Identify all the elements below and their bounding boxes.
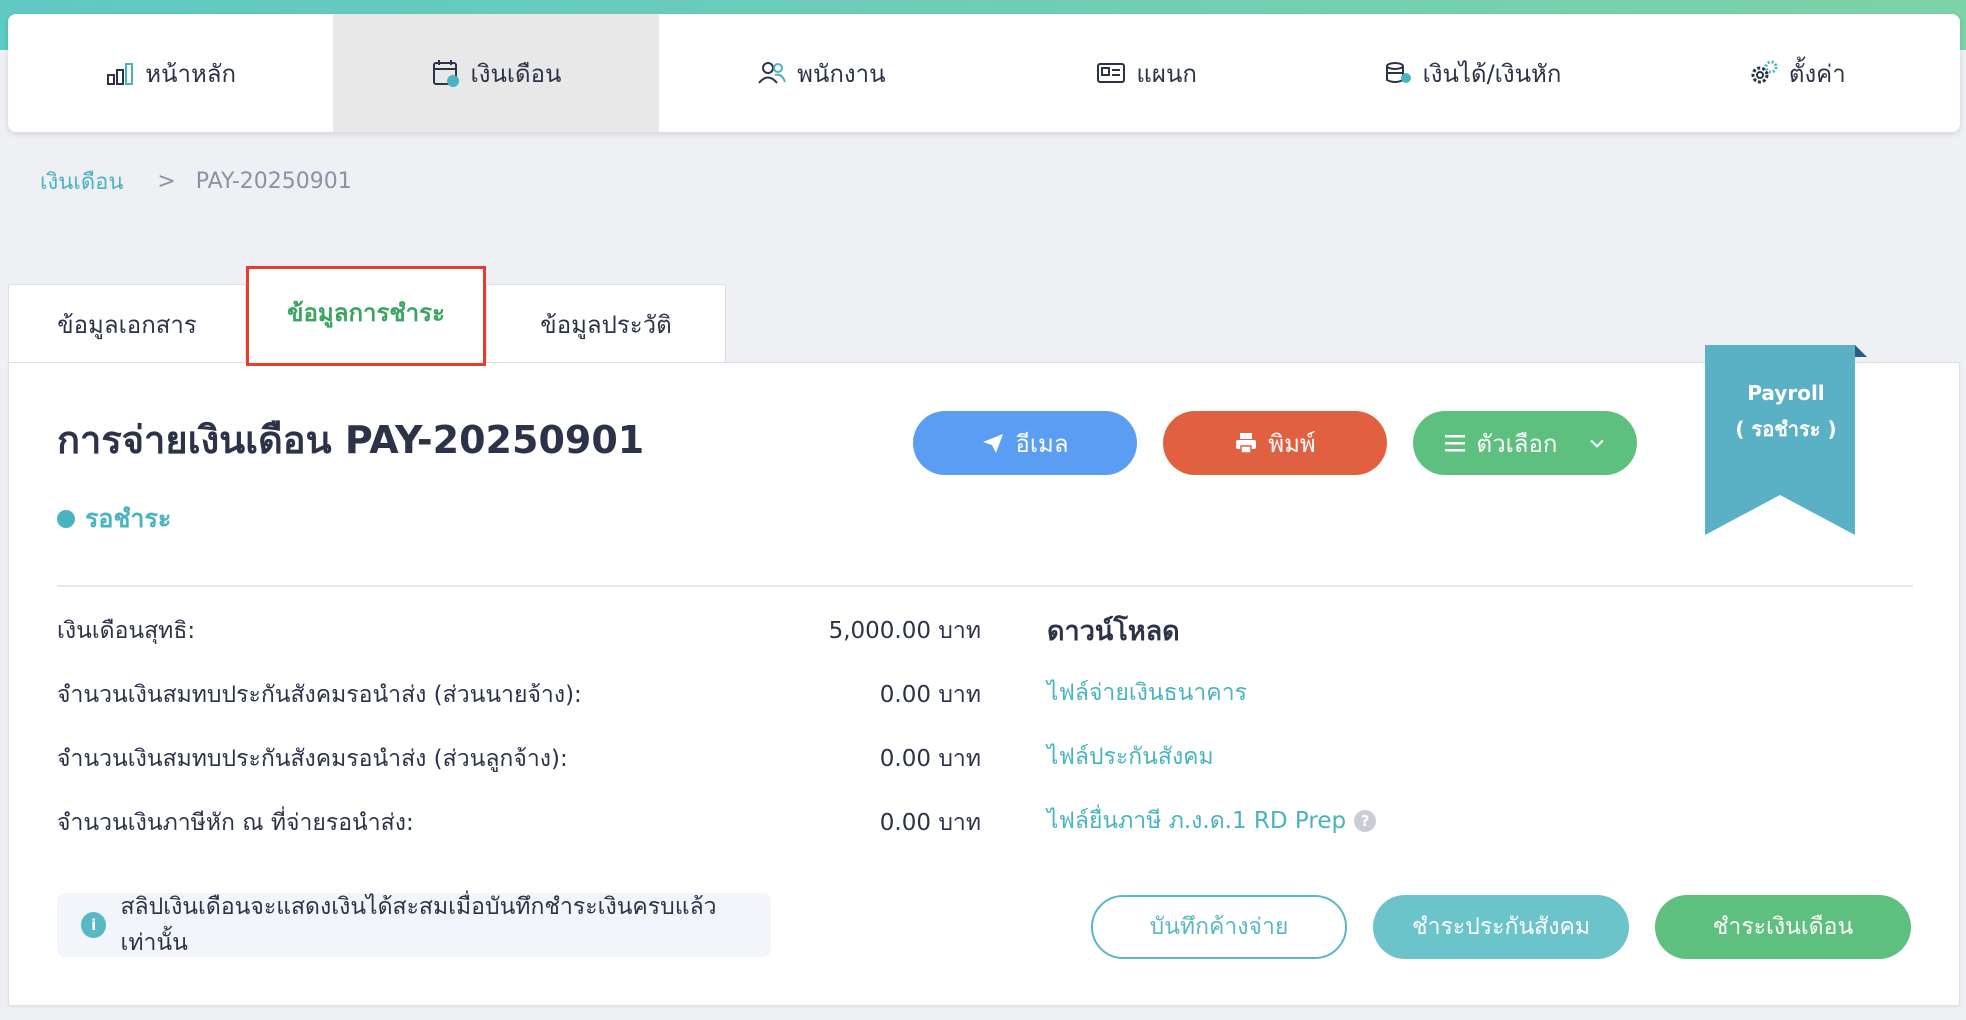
id-card-icon [1097,63,1126,83]
pay-social-security-button[interactable]: ชำระประกันสังคม [1373,895,1629,959]
page-title: การจ่ายเงินเดือน PAY-20250901 [57,418,645,462]
nav-item-label: แผนก [1136,59,1197,88]
nav-item-settings[interactable]: ตั้งค่า [1635,14,1960,132]
summary-row-withholding-tax: จำนวนเงินภาษีหัก ณ ที่จ่ายรอนำส่ง: 0.00 … [57,805,981,841]
nav-item-employees[interactable]: พนักงาน [659,14,984,132]
summary-label: เงินเดือนสุทธิ: [57,618,196,644]
download-bank-file-link[interactable]: ไฟล์จ่ายเงินธนาคาร [1047,675,1247,711]
tab-history-info[interactable]: ข้อมูลประวัติ [486,284,726,364]
ribbon-text: Payroll ( รอชำระ ) [1705,375,1867,447]
record-unpaid-button[interactable]: บันทึกค้างจ่าย [1091,895,1347,959]
chart-bar-icon [107,63,134,85]
payment-card: การจ่ายเงินเดือน PAY-20250901 รอชำระ อีเ… [8,345,1960,1006]
summary-value: 0.00 บาท [879,746,981,772]
tab-document-info[interactable]: ข้อมูลเอกสาร [8,284,246,364]
download-link-label: ไฟล์ประกันสังคม [1047,744,1214,770]
nav-item-income-deduction[interactable]: เงินได้/เงินหัก [1309,14,1634,132]
nav-item-label: เงินเดือน [470,59,562,88]
email-button-label: อีเมล [1015,429,1069,458]
coins-icon [1385,62,1411,83]
nav-item-home[interactable]: หน้าหลัก [8,14,333,132]
ribbon-line-2: ( รอชำระ ) [1735,417,1837,441]
summary-value: 0.00 บาท [879,682,981,708]
tab-payment-info[interactable]: ข้อมูลการชำระ [246,266,486,366]
downloads-title: ดาวน์โหลด [1047,616,1180,647]
summary-label: จำนวนเงินสมทบประกันสังคมรอนำส่ง (ส่วนนาย… [57,682,582,708]
info-notice: i สลิปเงินเดือนจะแสดงเงินได้สะสมเมื่อบัน… [57,893,771,957]
print-button[interactable]: พิมพ์ [1163,411,1387,475]
print-button-label: พิมพ์ [1268,429,1316,458]
main-navbar: หน้าหลัก เงินเดือน พนักงาน แผนก เงินได้/… [8,14,1960,132]
summary-row-social-employer: จำนวนเงินสมทบประกันสังคมรอนำส่ง (ส่วนนาย… [57,677,981,713]
tab-bar: ข้อมูลเอกสาร ข้อมูลการชำระ ข้อมูลประวัติ [8,266,726,366]
download-link-label: ไฟล์ยื่นภาษี ภ.ง.ด.1 RD Prep [1047,808,1347,834]
calendar-icon [432,60,459,87]
paper-plane-icon [983,434,1004,453]
download-tax-file-link[interactable]: ไฟล์ยื่นภาษี ภ.ง.ด.1 RD Prep ? [1047,803,1377,839]
printer-icon [1236,433,1257,454]
summary-value: 5,000.00 บาท [828,618,981,644]
help-icon[interactable]: ? [1354,810,1377,832]
breadcrumb-current: PAY-20250901 [195,169,352,194]
nav-item-label: เงินได้/เงินหัก [1422,59,1562,88]
nav-item-payroll[interactable]: เงินเดือน [333,14,659,132]
breadcrumb-parent-link[interactable]: เงินเดือน [40,164,123,199]
status-badge: รอชำระ [57,499,171,539]
options-button[interactable]: ตัวเลือก [1413,411,1637,475]
divider [57,585,1913,587]
email-button[interactable]: อีเมล [913,411,1137,475]
gears-icon [1751,60,1778,84]
breadcrumb-separator: > [157,169,176,194]
ribbon-line-1: Payroll [1747,381,1825,405]
breadcrumb: เงินเดือน > PAY-20250901 [40,164,352,199]
info-icon: i [81,912,107,938]
options-button-label: ตัวเลือก [1476,429,1558,458]
nav-item-label: พนักงาน [797,59,886,88]
summary-label: จำนวนเงินภาษีหัก ณ ที่จ่ายรอนำส่ง: [57,810,414,836]
summary-value: 0.00 บาท [879,810,981,836]
summary-row-social-employee: จำนวนเงินสมทบประกันสังคมรอนำส่ง (ส่วนลูก… [57,741,981,777]
nav-item-label: หน้าหลัก [145,59,237,88]
download-social-security-link[interactable]: ไฟล์ประกันสังคม [1047,739,1214,775]
users-icon [758,62,787,84]
nav-item-label: ตั้งค่า [1788,59,1846,88]
summary-label: จำนวนเงินสมทบประกันสังคมรอนำส่ง (ส่วนลูก… [57,746,568,772]
status-dot [57,510,75,528]
menu-icon [1444,435,1465,452]
download-link-label: ไฟล์จ่ายเงินธนาคาร [1047,680,1247,706]
chevron-down-icon [1590,439,1605,448]
payroll-status-ribbon: Payroll ( รอชำระ ) [1705,345,1867,535]
nav-item-departments[interactable]: แผนก [984,14,1309,132]
summary-row-net-salary: เงินเดือนสุทธิ: 5,000.00 บาท [57,613,981,649]
pay-salary-button[interactable]: ชำระเงินเดือน [1655,895,1911,959]
info-text: สลิปเงินเดือนจะแสดงเงินได้สะสมเมื่อบันทึ… [120,894,717,956]
status-label: รอชำระ [85,504,172,533]
